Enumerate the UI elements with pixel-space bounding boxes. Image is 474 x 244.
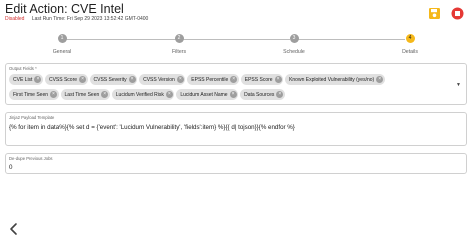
stop-button[interactable]	[451, 7, 464, 20]
step-label: Filters	[171, 49, 187, 55]
remove-chip-icon[interactable]: ×	[34, 76, 42, 83]
remove-chip-icon[interactable]: ×	[176, 76, 184, 83]
chip-asset-name: Lucidum Asset Name ×	[176, 89, 239, 100]
step-number: 3	[289, 34, 299, 43]
chip-label: Data Sources	[244, 91, 275, 98]
chip-cvss-score: CVSS Score ×	[44, 74, 88, 85]
step-label: Schedule	[283, 49, 305, 55]
status-line: Disabled Last Run Time: Fri Sep 29 2023 …	[5, 16, 148, 22]
remove-chip-icon[interactable]: ×	[101, 91, 109, 98]
dedupe-field[interactable]: De-dupe Previous Jobs 0	[5, 153, 467, 174]
remove-chip-icon[interactable]: ×	[128, 76, 136, 83]
back-button[interactable]	[8, 222, 20, 236]
step-label: Details	[402, 49, 418, 55]
page-header: Edit Action: CVE Intel Disabled Last Run…	[0, 0, 474, 30]
save-icon	[429, 8, 440, 19]
chip-label: Last Time Seen	[64, 91, 100, 98]
chip-cve-list: CVE List ×	[9, 74, 43, 85]
step-schedule[interactable]: 3 Schedule	[264, 34, 324, 55]
output-fields-label: Output Fields *	[9, 66, 37, 71]
step-number: 1	[57, 34, 67, 43]
chip-label: First Time Seen	[13, 91, 49, 98]
output-fields-select[interactable]: Output Fields * CVE List × CVSS Score × CV…	[5, 63, 467, 105]
remove-chip-icon[interactable]: ×	[165, 91, 173, 98]
chip-data-sources: Data Sources ×	[240, 89, 285, 100]
stepper: 1 General 2 Filters 3 Schedule 4 Details	[0, 32, 474, 58]
chip-label: EPSS Percentile	[191, 76, 229, 83]
chip-label: CVSS Version	[143, 76, 175, 83]
chip-label: Known Exploited Vulnerability (yes/no)	[289, 76, 375, 83]
remove-chip-icon[interactable]: ×	[274, 76, 282, 83]
remove-chip-icon[interactable]: ×	[79, 76, 87, 83]
chip-row: CVE List × CVSS Score × CVSS Severity × CVS…	[9, 74, 385, 85]
chip-cvss-severity: CVSS Severity ×	[89, 74, 138, 85]
remove-chip-icon[interactable]: ×	[276, 91, 284, 98]
chip-known-exploited: Known Exploited Vulnerability (yes/no) ×	[285, 74, 385, 85]
step-general[interactable]: 1 General	[32, 34, 92, 55]
jinja-template-label: Jinja2 Payload Template	[9, 115, 55, 120]
remove-chip-icon[interactable]: ×	[230, 76, 238, 83]
step-label: General	[52, 49, 72, 55]
status-badge: Disabled	[5, 16, 25, 22]
chevron-left-icon	[10, 223, 17, 235]
dedupe-label: De-dupe Previous Jobs	[9, 156, 53, 161]
chip-first-time-seen: First Time Seen ×	[9, 89, 59, 100]
chip-row: First Time Seen × Last Time Seen × Lucidum…	[9, 89, 285, 100]
chip-label: CVSS Score	[48, 76, 78, 83]
remove-chip-icon[interactable]: ×	[50, 91, 58, 98]
chip-epss-percentile: EPSS Percentile ×	[187, 74, 239, 85]
chip-label: Lucidum Verified Risk	[115, 91, 164, 98]
step-number: 4	[405, 34, 415, 43]
save-button[interactable]	[428, 7, 441, 20]
chip-label: CVSS Severity	[93, 76, 127, 83]
chip-verified-risk: Lucidum Verified Risk ×	[111, 89, 175, 100]
jinja-template-value: {% for item in data%}{% set d = {'event'…	[9, 124, 295, 131]
stop-icon	[451, 7, 464, 20]
chip-label: EPSS Score	[244, 76, 273, 83]
step-details[interactable]: 4 Details	[380, 34, 440, 55]
step-filters[interactable]: 2 Filters	[149, 34, 209, 55]
chip-epss-score: EPSS Score ×	[240, 74, 284, 85]
chip-label: CVE List	[13, 76, 33, 83]
chip-cvss-version: CVSS Version ×	[139, 74, 186, 85]
page-title: Edit Action: CVE Intel	[5, 2, 124, 16]
remove-chip-icon[interactable]: ×	[229, 91, 237, 98]
dedupe-value: 0	[9, 164, 13, 171]
remove-chip-icon[interactable]: ×	[376, 76, 384, 83]
last-run-time: Last Run Time: Fri Sep 29 2023 13:52:42 …	[31, 16, 149, 22]
step-number: 2	[174, 34, 184, 43]
chip-label: Lucidum Asset Name	[180, 91, 228, 98]
chip-last-time-seen: Last Time Seen ×	[60, 89, 110, 100]
dropdown-arrow-icon[interactable]: ▼	[456, 82, 461, 88]
jinja-template-field[interactable]: Jinja2 Payload Template {% for item in d…	[5, 112, 467, 146]
